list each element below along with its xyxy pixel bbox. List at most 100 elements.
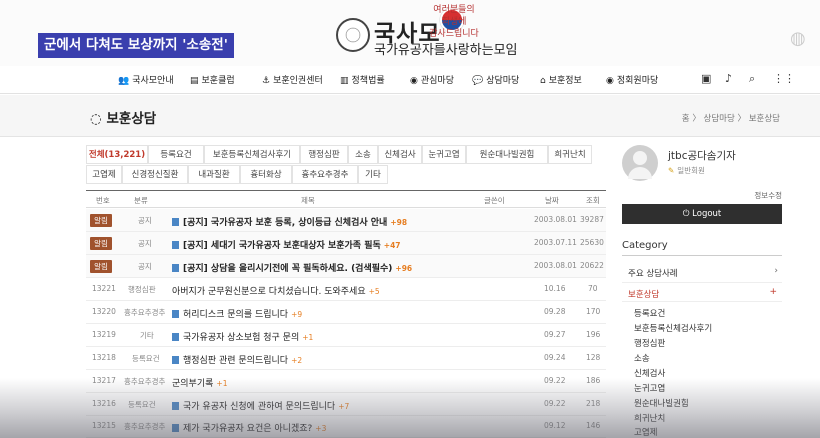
- row-subject-text: [공지] 세대기 국가유공자 보훈대상자 보훈가족 필독: [183, 241, 381, 251]
- sub-item[interactable]: 희귀난치: [634, 412, 665, 424]
- row-subject[interactable]: 군의부기록 +1: [172, 376, 227, 389]
- logout-button[interactable]: ⏻ Logout: [622, 204, 782, 224]
- row-num: 13217: [92, 376, 116, 385]
- nav-item-members[interactable]: ◉ 정회원마당: [606, 73, 658, 86]
- tab-review[interactable]: 보훈등록신체검사후기: [204, 145, 300, 164]
- sub-item[interactable]: 보훈등록신체검사후기: [634, 322, 712, 334]
- tab-agent-orange[interactable]: 고엽제: [86, 165, 122, 184]
- table-row[interactable]: 13221 행정심판 아버지가 군무원신분으로 다치셨습니다. 도와주세요 +5 …: [86, 278, 606, 301]
- table-row[interactable]: 13217 흉추요추경추 군의부기록 +1 09.22 186: [86, 370, 606, 393]
- tab-scar[interactable]: 흉터화상: [240, 165, 292, 184]
- table-row[interactable]: 13218 등록요건 행정심판 관련 문의드립니다 +2 09.24 128: [86, 347, 606, 370]
- row-category: 기타: [140, 331, 154, 340]
- comment-count: +1: [216, 379, 228, 388]
- nav-item-rights[interactable]: ⚓ 보훈인권센터: [262, 73, 323, 86]
- table-row[interactable]: 13215 흉추요추경추 제가 국가유공자 요건은 아니겠죠? +3 09.12 …: [86, 415, 606, 438]
- sub-item[interactable]: 고엽제: [634, 426, 657, 438]
- tab-etc[interactable]: 기타: [358, 165, 388, 184]
- plus-icon[interactable]: +: [769, 287, 777, 297]
- nav-item-counsel[interactable]: 💬 상담마당: [472, 73, 519, 86]
- tab-lawsuit[interactable]: 소송: [348, 145, 378, 164]
- tab-spine[interactable]: 흉추요추경추: [292, 165, 358, 184]
- row-num: 13219: [92, 330, 116, 339]
- row-views: 186: [586, 376, 601, 385]
- table-row[interactable]: 13216 등록요건 국가 유공자 신청에 관하여 문의드립니다 +7 09.22…: [86, 393, 606, 416]
- tab-internal[interactable]: 내과질환: [188, 165, 240, 184]
- table-row[interactable]: 13220 흉추요추경추 허리디스크 문의를 드립니다 +9 09.28 170: [86, 301, 606, 324]
- eye-icon: ◉: [410, 76, 418, 86]
- row-date: 2003.08.01: [534, 215, 577, 224]
- pencil-icon: ✎: [668, 166, 675, 175]
- sub-item[interactable]: 행정심판: [634, 337, 665, 349]
- grid-icon[interactable]: ⋮⋮: [773, 72, 795, 85]
- comment-count-value: 9: [297, 310, 303, 319]
- row-subject[interactable]: [공지] 상담을 올리시기전에 꼭 필독하세요. (검색필수) +96: [172, 261, 412, 274]
- logo-sub-text: 국가유공자를사랑하는모임: [374, 43, 518, 58]
- notice-badge: 알림: [90, 214, 112, 227]
- table-row[interactable]: 13219 기타 국가유공자 상소보험 청구 문의 +1 09.27 196: [86, 324, 606, 347]
- col-views: 조회: [586, 196, 600, 205]
- main-nav: 👥 국사모안내 ▤ 보훈클럽 ⚓ 보훈인권센터 ▥ 정책법률 ◉ 관심마당 💬 상담마당 ⌂…: [0, 66, 820, 94]
- row-subject[interactable]: 제가 국가유공자 요건은 아니겠죠? +3: [172, 421, 326, 434]
- tab-rare[interactable]: 희귀난치: [548, 145, 592, 164]
- row-category: 등록요건: [132, 354, 160, 363]
- briefcase-icon[interactable]: ▣: [701, 72, 711, 85]
- page-title: ◌ 보훈상담: [90, 107, 156, 127]
- search-icon[interactable]: ⌕: [749, 72, 755, 86]
- row-views: 20622: [580, 261, 604, 270]
- row-subject[interactable]: 국가유공자 상소보험 청구 문의 +1: [172, 330, 313, 343]
- sub-item[interactable]: 등록요건: [634, 307, 665, 319]
- comment-count-value: 96: [401, 264, 413, 273]
- chat-icon: 💬: [472, 76, 484, 86]
- tab-appeal[interactable]: 행정심판: [300, 145, 348, 164]
- sub-item[interactable]: 원순대나빌권힘: [634, 397, 689, 409]
- sub-item[interactable]: 소송: [634, 352, 650, 364]
- comment-count-value: 47: [390, 241, 401, 250]
- tab-eye-ear[interactable]: 눈귀고엽: [422, 145, 466, 164]
- comment-count-value: 1: [222, 379, 228, 388]
- notice-badge: 알림: [90, 237, 112, 250]
- nav-item-about[interactable]: 👥 국사모안내: [118, 73, 174, 86]
- tab-all[interactable]: 전체(13,221): [86, 145, 148, 164]
- category-item-main-cases[interactable]: 주요 상담사례: [628, 267, 678, 279]
- bell-icon[interactable]: ♪: [725, 72, 732, 85]
- nav-item-policy[interactable]: ▥ 정책법률: [340, 73, 385, 86]
- col-num: 번호: [96, 196, 110, 205]
- logout-label: Logout: [692, 209, 722, 219]
- emblem-icon: [336, 18, 370, 52]
- sub-item[interactable]: 신체검사: [634, 367, 665, 379]
- row-subject[interactable]: 행정심판 관련 문의드립니다 +2: [172, 353, 302, 366]
- tab-mental[interactable]: 신경정신질환: [122, 165, 188, 184]
- table-row[interactable]: 알림 공지 [공지] 세대기 국가유공자 보훈대상자 보훈가족 필독 +47 20…: [86, 232, 606, 255]
- breadcrumb[interactable]: 홈 〉 상담마당 〉 보훈상담: [682, 112, 780, 124]
- row-subject[interactable]: 허리디스크 문의를 드립니다 +9: [172, 307, 302, 320]
- user-role: ✎ 일반회원: [668, 165, 705, 176]
- nav-item-info[interactable]: ⌂ 보훈정보: [540, 73, 582, 86]
- row-category: 공지: [138, 239, 152, 248]
- row-subject[interactable]: 아버지가 군무원신분으로 다치셨습니다. 도와주세요 +5: [172, 284, 380, 297]
- nav-item-interest[interactable]: ◉ 관심마당: [410, 73, 454, 86]
- power-icon: ⏻: [682, 209, 693, 219]
- comment-count-value: 7: [344, 402, 350, 411]
- row-subject[interactable]: [공지] 국가유공자 보훈 등록, 상이등급 신체검사 안내 +98: [172, 215, 407, 228]
- comment-count: +2: [291, 356, 303, 365]
- comment-count: +3: [315, 424, 327, 433]
- chevron-right-icon[interactable]: ›: [774, 266, 778, 276]
- row-num: 13215: [92, 421, 116, 430]
- comment-count-value: 3: [321, 424, 327, 433]
- tab-exam[interactable]: 신체검사: [378, 145, 422, 164]
- row-subject[interactable]: [공지] 세대기 국가유공자 보훈대상자 보훈가족 필독 +47: [172, 238, 401, 251]
- comment-count-value: 98: [396, 218, 408, 227]
- category-item-counsel[interactable]: 보훈상담: [628, 288, 659, 300]
- row-subject[interactable]: 국가 유공자 신청에 관하여 문의드립니다 +7: [172, 399, 349, 412]
- sub-item[interactable]: 눈귀고엽: [634, 382, 665, 394]
- row-date: 09.24: [544, 353, 566, 362]
- tab-registration[interactable]: 등록요건: [148, 145, 204, 164]
- edit-info-link[interactable]: 정보수정: [754, 190, 782, 201]
- nav-item-club[interactable]: ▤ 보훈클럽: [190, 73, 235, 86]
- row-subject-text: 허리디스크 문의를 드립니다: [183, 310, 289, 320]
- col-author: 글쓴이: [484, 196, 505, 205]
- table-row[interactable]: 알림 공지 [공지] 국가유공자 보훈 등록, 상이등급 신체검사 안내 +98 …: [86, 209, 606, 232]
- tab-other-rights[interactable]: 원순대나빌권힘: [466, 145, 548, 164]
- table-row[interactable]: 알림 공지 [공지] 상담을 올리시기전에 꼭 필독하세요. (검색필수) +96…: [86, 255, 606, 278]
